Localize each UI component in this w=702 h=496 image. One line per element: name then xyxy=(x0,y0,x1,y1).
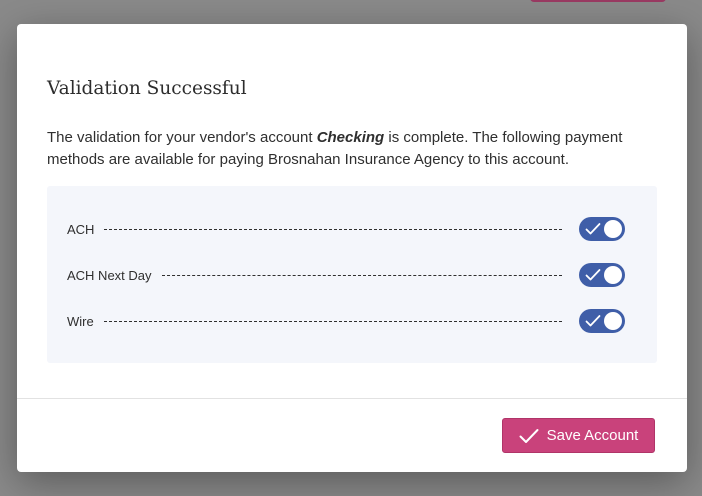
checkmark-icon xyxy=(585,269,601,281)
toggle-knob xyxy=(604,220,622,238)
payment-method-row-ach-next-day: ACH Next Day xyxy=(67,262,625,288)
payment-method-label: ACH Next Day xyxy=(67,267,152,283)
toggle-knob xyxy=(604,266,622,284)
save-account-button[interactable]: Save Account xyxy=(502,418,655,453)
dotted-leader xyxy=(104,228,562,230)
validation-modal: Validation Successful The validation for… xyxy=(17,24,687,472)
wire-toggle[interactable] xyxy=(579,309,625,333)
payment-method-label: ACH xyxy=(67,221,95,237)
ach-next-day-toggle[interactable] xyxy=(579,263,625,287)
dotted-leader xyxy=(161,274,562,276)
dotted-leader xyxy=(103,320,562,322)
modal-description: The validation for your vendor's account… xyxy=(47,127,657,171)
save-account-label: Save Account xyxy=(546,427,639,444)
checkmark-icon xyxy=(585,223,601,235)
payment-method-row-wire: Wire xyxy=(67,308,625,334)
checkmark-icon xyxy=(585,315,601,327)
payment-methods-panel: ACH ACH Next Day Wire xyxy=(47,186,657,363)
checkmark-icon xyxy=(519,428,539,443)
ach-toggle[interactable] xyxy=(579,217,625,241)
account-name: Checking xyxy=(316,129,385,146)
payment-method-row-ach: ACH xyxy=(67,216,625,242)
payment-method-label: Wire xyxy=(67,313,94,329)
description-text-start: The validation for your vendor's account xyxy=(47,129,317,146)
footer-divider xyxy=(17,398,687,399)
toggle-knob xyxy=(604,312,622,330)
background-button xyxy=(530,0,666,2)
modal-title: Validation Successful xyxy=(47,78,247,99)
